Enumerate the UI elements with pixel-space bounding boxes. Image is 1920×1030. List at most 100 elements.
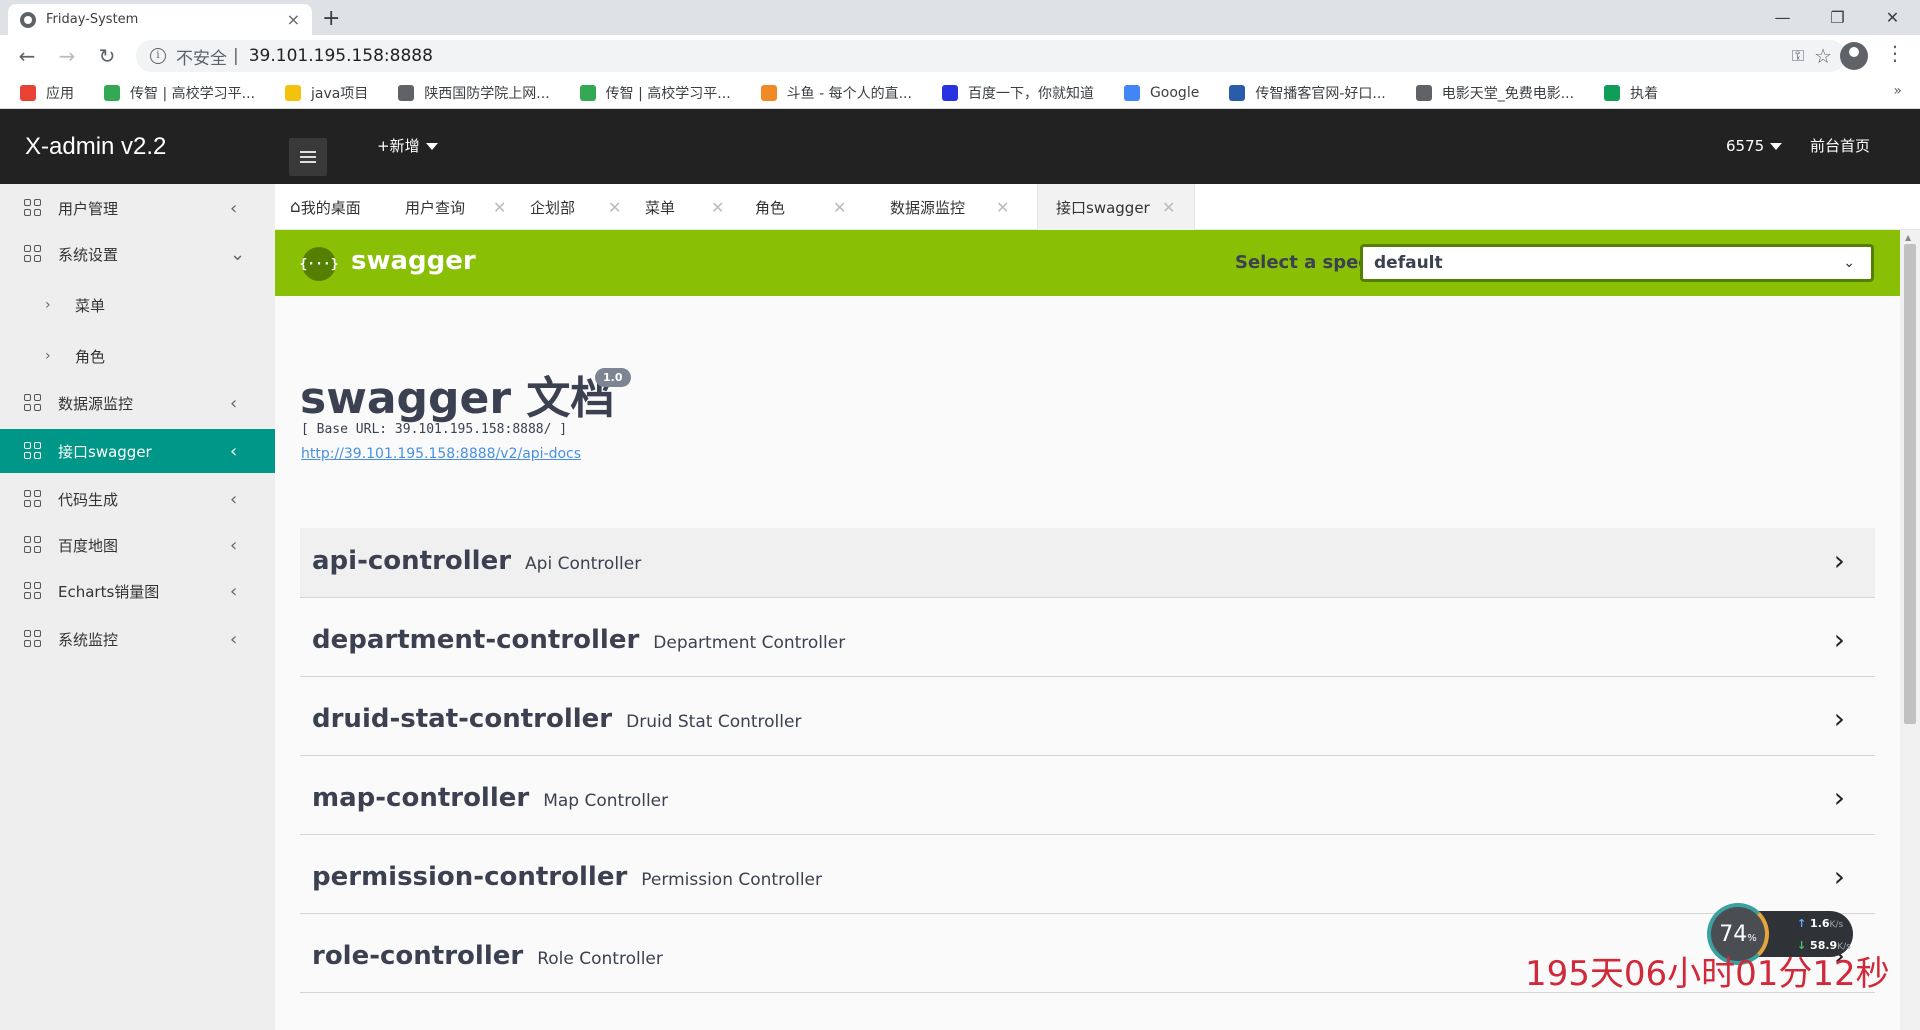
- operation-group[interactable]: department-controller Department Controll…: [300, 607, 1875, 677]
- app-logo: X-admin v2.2: [25, 133, 167, 160]
- forward-arrow-icon[interactable]: →: [52, 41, 82, 71]
- close-icon[interactable]: ✕: [996, 198, 1009, 217]
- operation-description: Role Controller: [537, 949, 663, 969]
- sidebar-item-system-monitor[interactable]: ‹ 系统监控: [0, 617, 275, 661]
- bookmark-item[interactable]: 传智播客官网-好口...: [1229, 83, 1386, 103]
- tab-5[interactable]: 数据源监控 ✕: [890, 184, 1020, 230]
- scrollbar[interactable]: ▲: [1900, 230, 1920, 1030]
- bookmark-item[interactable]: Google: [1123, 84, 1200, 101]
- grid-icon: [24, 536, 42, 554]
- operation-name: druid-stat-controller: [312, 704, 613, 734]
- bookmark-label: 传智播客官网-好口...: [1255, 85, 1386, 102]
- bookmark-item[interactable]: 传智 | 高校学习平...: [579, 83, 731, 103]
- bookmark-item[interactable]: 应用: [20, 83, 74, 103]
- add-new-dropdown[interactable]: +新增: [377, 109, 438, 184]
- upload-unit: K/s: [1829, 920, 1844, 930]
- tab-0[interactable]: ⌂ 我的桌面: [290, 184, 380, 230]
- sidebar-item-system-settings[interactable]: ⌄ 系统设置: [0, 232, 275, 276]
- front-page-link[interactable]: 前台首页: [1810, 109, 1870, 184]
- browser-tab-title: Friday-System: [46, 12, 139, 27]
- sidebar-item-api-swagger[interactable]: ‹ 接口swagger: [0, 429, 275, 473]
- bookmark-label: 陕西国防学院上网...: [424, 85, 550, 102]
- scrollbar-thumb[interactable]: [1904, 244, 1916, 724]
- sidebar-item-role[interactable]: › 角色: [0, 334, 275, 378]
- bookmark-item[interactable]: 电影天堂_免费电影...: [1415, 83, 1574, 103]
- star-icon[interactable]: ☆: [1814, 44, 1832, 68]
- bookmark-item[interactable]: 执着: [1604, 83, 1658, 103]
- bookmark-item[interactable]: java项目: [284, 83, 369, 103]
- close-window-button[interactable]: ✕: [1865, 0, 1920, 35]
- close-tab-icon[interactable]: ×: [287, 10, 300, 29]
- chevron-left-icon: ‹: [230, 534, 238, 556]
- chevron-right-icon[interactable]: ›: [1834, 623, 1845, 656]
- url-text[interactable]: 39.101.195.158:8888: [249, 46, 433, 66]
- grid-icon: [24, 394, 42, 412]
- grid-icon: [24, 442, 42, 460]
- swagger-logo-icon: {···}: [299, 247, 339, 281]
- operation-group[interactable]: druid-stat-controller Druid Stat Controll…: [300, 686, 1875, 756]
- new-tab-button[interactable]: +: [322, 6, 340, 31]
- api-docs-link[interactable]: http://39.101.195.158:8888/v2/api-docs: [301, 446, 581, 462]
- spec-select[interactable]: default ⌄: [1360, 244, 1874, 282]
- bookmark-icon: [398, 84, 415, 101]
- close-icon[interactable]: ✕: [608, 198, 621, 217]
- sidebar-item-user-management[interactable]: ‹ 用户管理: [0, 186, 275, 230]
- operation-group[interactable]: permission-controller Permission Controll…: [300, 844, 1875, 914]
- close-icon[interactable]: ✕: [1162, 198, 1175, 217]
- operation-group[interactable]: api-controller Api Controller ›: [300, 528, 1875, 598]
- chevron-left-icon: ‹: [230, 392, 238, 414]
- browser-tab[interactable]: Friday-System ×: [8, 4, 312, 35]
- chevron-right-icon[interactable]: ›: [1834, 544, 1845, 577]
- chevron-right-icon[interactable]: ›: [1834, 702, 1845, 735]
- address-bar[interactable]: i 不安全 | 39.101.195.158:8888 ⚿ ☆: [136, 40, 1846, 72]
- more-vert-icon[interactable]: ⋮: [1885, 41, 1905, 65]
- reload-icon[interactable]: ↻: [92, 41, 122, 71]
- tab-2[interactable]: 企划部 ✕: [530, 184, 630, 230]
- chevron-right-icon[interactable]: ›: [1834, 860, 1845, 893]
- sidebar-item-menu[interactable]: › 菜单: [0, 283, 275, 327]
- sidebar-item-echarts-sales[interactable]: ‹ Echarts销量图: [0, 569, 275, 613]
- tab-4[interactable]: 角色 ✕: [755, 184, 865, 230]
- sidebar-item-code-generation[interactable]: ‹ 代码生成: [0, 477, 275, 521]
- sidebar-item-baidu-map[interactable]: ‹ 百度地图: [0, 523, 275, 567]
- sidebar-item-datasource-monitor[interactable]: ‹ 数据源监控: [0, 381, 275, 425]
- scroll-up-icon[interactable]: ▲: [1905, 233, 1911, 242]
- operation-group[interactable]: map-controller Map Controller ›: [300, 765, 1875, 835]
- grid-icon: [24, 199, 42, 217]
- chevron-right-icon[interactable]: ›: [1834, 781, 1845, 814]
- bookmarks-more-icon[interactable]: »: [1893, 83, 1902, 99]
- percent-sign: %: [1747, 932, 1757, 944]
- tab-3[interactable]: 菜单 ✕: [645, 184, 735, 230]
- bookmark-icon: [941, 84, 958, 101]
- tab-6[interactable]: 接口swagger ✕: [1037, 184, 1195, 230]
- bookmark-item[interactable]: 传智 | 高校学习平...: [104, 83, 255, 103]
- browser-tabstrip: Friday-System × + — ❐ ✕: [0, 0, 1920, 35]
- account-icon[interactable]: [1840, 42, 1868, 70]
- sidebar-item-label: 角色: [75, 347, 106, 366]
- maximize-button[interactable]: ❐: [1810, 0, 1865, 35]
- grid-icon: [24, 490, 42, 508]
- bookmark-icon: [1604, 84, 1621, 101]
- bookmark-label: Google: [1149, 84, 1200, 101]
- bookmark-label: java项目: [310, 85, 369, 102]
- key-icon[interactable]: ⚿: [1792, 46, 1804, 66]
- bookmark-item[interactable]: 陕西国防学院上网...: [398, 83, 550, 103]
- chevron-down-icon: ⌄: [230, 243, 246, 265]
- upload-value: 1.6: [1810, 917, 1830, 930]
- sidebar-item-label: 百度地图: [58, 536, 119, 555]
- menu-toggle-button[interactable]: [289, 138, 327, 176]
- page-tabs: ⌂ 我的桌面 用户查询 ✕ 企划部 ✕ 菜单 ✕ 角色 ✕ 数据源监控 ✕ 接口swagger ✕: [275, 184, 1920, 230]
- close-icon[interactable]: ✕: [493, 198, 506, 217]
- info-icon[interactable]: i: [150, 48, 166, 64]
- bookmark-item[interactable]: 百度一下，你就知道: [941, 83, 1094, 103]
- user-dropdown[interactable]: 6575: [1726, 109, 1783, 184]
- close-icon[interactable]: ✕: [711, 198, 724, 217]
- version-badge: 1.0: [595, 368, 631, 387]
- back-arrow-icon[interactable]: ←: [12, 41, 42, 71]
- bookmark-item[interactable]: 斗鱼 - 每个人的直...: [760, 83, 912, 103]
- caret-down-icon: [425, 143, 438, 150]
- uptime-overlay: 195天06小时01分12秒: [1525, 954, 1890, 994]
- tab-1[interactable]: 用户查询 ✕: [405, 184, 515, 230]
- minimize-button[interactable]: —: [1755, 0, 1810, 35]
- close-icon[interactable]: ✕: [833, 198, 846, 217]
